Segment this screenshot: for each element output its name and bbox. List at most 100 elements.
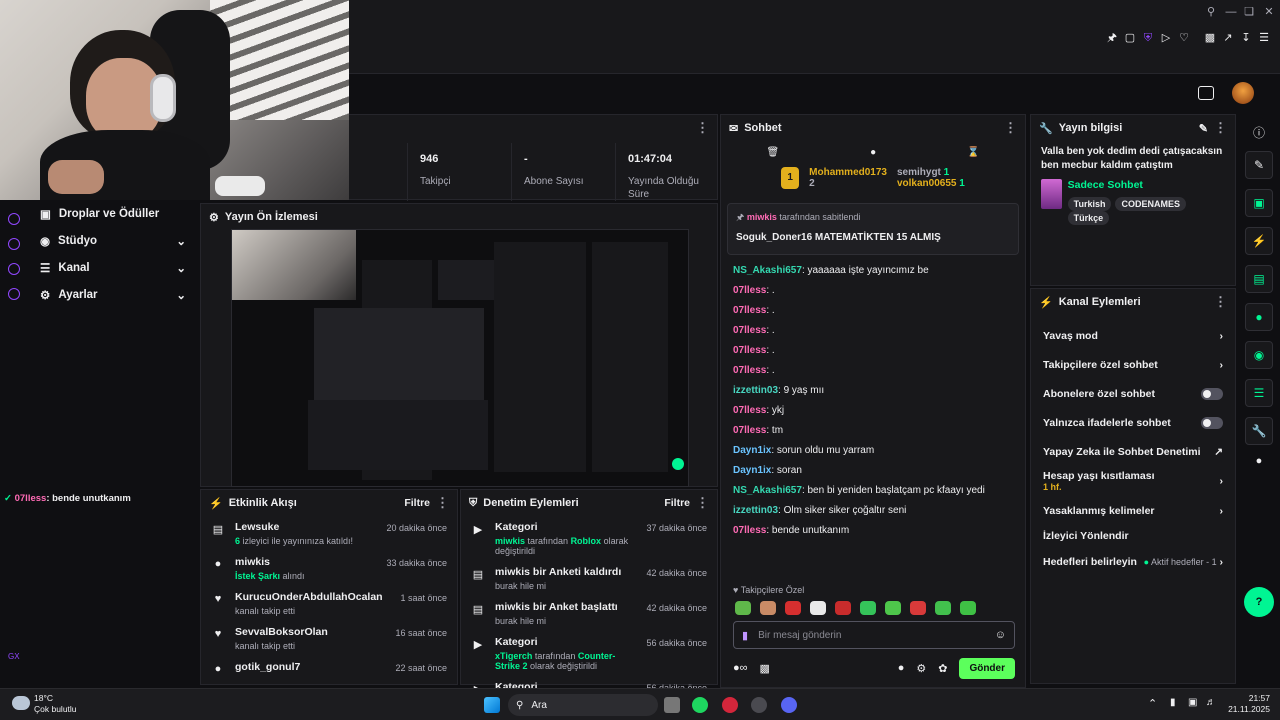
emote[interactable] — [935, 601, 951, 615]
layout-icon[interactable]: ☰ — [1245, 379, 1273, 407]
list-item[interactable]: ▤ miwkis bir Anket başlattı burak hile mi 4… — [461, 596, 717, 631]
points-icon[interactable]: ●∞ — [733, 662, 748, 674]
rail-icon[interactable] — [8, 213, 20, 225]
chat-icon[interactable]: ● — [1245, 303, 1273, 331]
search-icon[interactable]: ⚲ — [1203, 4, 1219, 20]
filter-button[interactable]: Filtre — [664, 497, 690, 509]
notes-icon[interactable]: ▤ — [1245, 265, 1273, 293]
action-raid[interactable]: İzleyici Yönlendir — [1031, 525, 1235, 547]
puzzle-icon[interactable]: ▩ — [1202, 30, 1218, 46]
emote[interactable] — [885, 601, 901, 615]
volume-icon[interactable]: ♬ — [1206, 697, 1216, 708]
nav-studio[interactable]: ◉ Stüdyo ⌄ — [28, 227, 198, 254]
action-emote-only[interactable]: Yalnızca ifadelerle sohbet — [1031, 408, 1235, 437]
action-ai-moderation[interactable]: Yapay Zeka ile Sohbet Denetimi ↗ — [1031, 437, 1235, 466]
clock[interactable]: 21:57 21.11.2025 — [1228, 693, 1270, 715]
chat-username[interactable]: Dayn1ix — [733, 445, 771, 456]
steam-icon[interactable] — [751, 697, 767, 713]
hourglass-icon[interactable]: ⌛ — [967, 147, 979, 158]
more-icon[interactable]: ⋮ — [1004, 120, 1017, 136]
tag[interactable]: Turkish — [1067, 197, 1112, 211]
chat-username[interactable]: izzettin03 — [733, 505, 778, 516]
list-item[interactable]: ♥ KurucuOnderAbdullahOcalan kanalı takip e… — [201, 586, 457, 621]
list-item[interactable]: ▤ miwkis bir Anketi kaldırdı burak hile mi… — [461, 561, 717, 596]
weather-widget[interactable]: 18°C Çok bulutlu — [34, 693, 77, 715]
chat-input[interactable]: ▮ Bir mesaj gönderin ☺ — [733, 621, 1015, 649]
list-item[interactable]: ▤ Lewsuke 6 izleyici ile yayınınıza katıld… — [201, 516, 457, 551]
chat-username[interactable]: NS_Akashi657 — [733, 265, 802, 276]
emote[interactable] — [910, 601, 926, 615]
chat-message[interactable]: 07lless: . — [721, 361, 1025, 381]
discord-icon[interactable] — [781, 697, 797, 713]
chat-bubble-icon[interactable]: ● — [870, 147, 876, 158]
chat-message[interactable]: 07lless: ykj — [721, 401, 1025, 421]
emote[interactable] — [860, 601, 876, 615]
action-blocked-terms[interactable]: Yasaklanmış kelimeler › — [1031, 496, 1235, 525]
chat-username[interactable]: 07lless — [733, 525, 766, 536]
list-item[interactable]: ▶ Kategori xTigerch tarafından Counter-Str… — [461, 631, 717, 676]
trash-icon[interactable]: 🗑 — [766, 147, 779, 158]
more-icon[interactable]: ⋮ — [1214, 120, 1227, 136]
tag[interactable]: CODENAMES — [1115, 197, 1186, 211]
filter-button[interactable]: Filtre — [404, 497, 430, 509]
edit-icon[interactable]: ✎ — [1245, 151, 1273, 179]
chat-username[interactable]: 07lless — [733, 405, 766, 416]
chevron-up-icon[interactable]: ⌃ — [1148, 697, 1157, 710]
emote[interactable] — [835, 601, 851, 615]
action-followers-only[interactable]: Takipçilere özel sohbet › — [1031, 350, 1235, 379]
stream-preview-video[interactable] — [231, 229, 689, 487]
emote[interactable] — [810, 601, 826, 615]
crop-icon[interactable]: ▢ — [1122, 30, 1138, 46]
menu-icon[interactable]: ☰ — [1256, 30, 1272, 46]
chat-message[interactable]: 07lless: . — [721, 301, 1025, 321]
emote[interactable] — [760, 601, 776, 615]
more-icon[interactable]: ⋮ — [696, 495, 709, 511]
rail-icon[interactable] — [8, 263, 20, 275]
list-item[interactable]: ▶ Kategori miwkis tarafından Roblox olarak… — [461, 516, 717, 561]
chat-message[interactable]: NS_Akashi657: yaaaaaa işte yayıncımız be — [721, 261, 1025, 281]
rail-icon[interactable] — [8, 238, 20, 250]
chat-message[interactable]: 07lless: bende unutkanım — [721, 521, 1025, 541]
chat-username[interactable]: izzettin03 — [733, 385, 778, 396]
toggle[interactable] — [1201, 416, 1223, 429]
list-item[interactable]: ♥ SevvalBoksorOlan kanalı takip etti 16 saa… — [201, 621, 457, 656]
minimize-icon[interactable]: — — [1223, 4, 1239, 20]
action-goals[interactable]: Hedefleri belirleyin ● Aktif hedefler - 1… — [1031, 547, 1235, 576]
list-item[interactable]: ● gotik_gonul7 22 saat önce — [201, 656, 457, 680]
points-icon[interactable]: ● — [1238, 455, 1280, 467]
chat-message[interactable]: 07lless: . — [721, 341, 1025, 361]
toggle[interactable] — [1201, 387, 1223, 400]
network-icon[interactable]: ▣ — [1188, 697, 1197, 708]
category-thumbnail[interactable] — [1041, 179, 1062, 209]
pinned-message[interactable]: 🖈 miwkis tarafından sabitlendi Soguk_Don… — [727, 203, 1019, 255]
action-subs-only[interactable]: Abonelere özel sohbet — [1031, 379, 1235, 408]
info-icon[interactable]: ⓘ — [1238, 124, 1280, 141]
chat-username[interactable]: 07lless — [733, 285, 766, 296]
list-item[interactable]: ● miwkis İstek Şarkı alındı 33 dakika önce — [201, 551, 457, 586]
chat-username[interactable]: NS_Akashi657 — [733, 485, 802, 496]
gear-icon[interactable]: ⚙ — [916, 662, 926, 675]
emoji-icon[interactable]: ☺ — [995, 629, 1006, 641]
more-icon[interactable]: ⋮ — [436, 495, 449, 511]
chat-message[interactable]: izzettin03: Olm siker siker çoğaltır sen… — [721, 501, 1025, 521]
restore-icon[interactable]: ❏ — [1241, 4, 1257, 20]
chat-username[interactable]: 07lless — [733, 365, 766, 376]
more-icon[interactable]: ⋮ — [1214, 294, 1227, 310]
heart-icon[interactable]: ♡ — [1176, 30, 1192, 46]
task-view-icon[interactable] — [664, 697, 680, 713]
edit-icon[interactable]: ✎ — [1199, 122, 1208, 135]
chat-message[interactable]: Dayn1ix: sorun oldu mu yarram — [721, 441, 1025, 461]
chat-message[interactable]: 07lless: tm — [721, 421, 1025, 441]
nav-settings[interactable]: ⚙ Ayarlar ⌄ — [28, 281, 198, 308]
pin-icon[interactable]: 🖈 — [1104, 30, 1120, 46]
send-button[interactable]: Gönder — [959, 657, 1015, 679]
spotify-icon[interactable] — [692, 697, 708, 713]
nav-channel[interactable]: ☰ Kanal ⌄ — [28, 254, 198, 281]
chat-message[interactable]: 07lless: . — [721, 321, 1025, 341]
play-icon[interactable]: ▷ — [1158, 30, 1174, 46]
chat-username[interactable]: 07lless — [733, 345, 766, 356]
chat-username[interactable]: 07lless — [733, 325, 766, 336]
chat-message[interactable]: NS_Akashi657: ben bi yeniden başlatçam p… — [721, 481, 1025, 501]
windows-start-icon[interactable] — [484, 697, 500, 713]
chat-message[interactable]: Dayn1ix: soran — [721, 461, 1025, 481]
